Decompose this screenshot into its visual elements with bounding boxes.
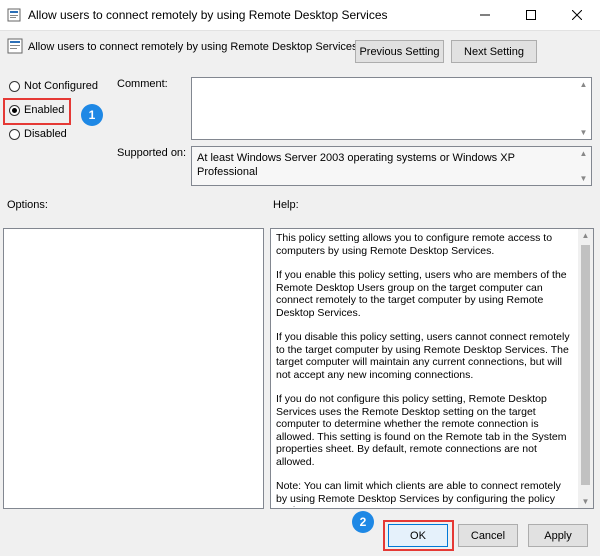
help-paragraph: This policy setting allows you to config… [276, 232, 553, 257]
enabled-highlight-box [3, 98, 71, 125]
help-paragraph: Note: You can limit which clients are ab… [276, 480, 561, 507]
comment-textarea[interactable]: ▲ ▼ [191, 77, 592, 140]
step-badge-2: 2 [352, 511, 374, 533]
maximize-icon [526, 10, 536, 20]
help-scroll-thumb[interactable] [581, 245, 590, 485]
policy-setting-icon [7, 38, 23, 54]
help-text: This policy setting allows you to config… [276, 232, 573, 507]
radio-not-configured-button[interactable] [9, 80, 20, 92]
supported-on-value: At least Windows Server 2003 operating s… [197, 152, 515, 178]
help-paragraph: If you do not configure this policy sett… [276, 393, 567, 468]
scroll-up-icon[interactable]: ▲ [579, 80, 588, 89]
step-badge-1: 1 [81, 104, 103, 126]
options-label: Options: [7, 199, 48, 211]
options-panel [3, 228, 264, 509]
help-scrollbar[interactable]: ▲ ▼ [578, 229, 593, 508]
maximize-button[interactable] [508, 0, 554, 30]
policy-name: Allow users to connect remotely by using… [28, 41, 358, 53]
comment-label: Comment: [117, 78, 168, 90]
scroll-down-icon[interactable]: ▼ [579, 174, 588, 183]
close-button[interactable] [554, 0, 600, 30]
cancel-button[interactable]: Cancel [458, 524, 518, 547]
supported-on-field: At least Windows Server 2003 operating s… [191, 146, 592, 186]
supported-on-label: Supported on: [117, 147, 187, 159]
minimize-icon [480, 14, 490, 16]
supported-scrollbar[interactable]: ▲ ▼ [576, 147, 591, 185]
policy-window-icon [7, 8, 21, 22]
close-icon [572, 10, 582, 20]
radio-disabled-label: Disabled [24, 128, 67, 140]
scroll-down-icon[interactable]: ▼ [579, 128, 588, 137]
scroll-up-icon[interactable]: ▲ [579, 149, 588, 158]
ok-button[interactable]: OK [388, 524, 448, 547]
previous-setting-button[interactable]: Previous Setting [355, 40, 444, 63]
minimize-button[interactable] [462, 0, 508, 30]
next-setting-button[interactable]: Next Setting [451, 40, 537, 63]
help-panel: This policy setting allows you to config… [270, 228, 594, 509]
apply-button[interactable]: Apply [528, 524, 588, 547]
help-paragraph: If you disable this policy setting, user… [276, 331, 570, 381]
help-paragraph: If you enable this policy setting, users… [276, 269, 567, 319]
comment-scrollbar[interactable]: ▲ ▼ [576, 78, 591, 139]
scroll-down-icon[interactable]: ▼ [581, 497, 590, 506]
radio-not-configured-label: Not Configured [24, 80, 98, 92]
radio-disabled[interactable]: Disabled [9, 128, 67, 140]
scroll-up-icon[interactable]: ▲ [581, 231, 590, 240]
radio-disabled-button[interactable] [9, 128, 20, 140]
help-label: Help: [273, 199, 299, 211]
radio-not-configured[interactable]: Not Configured [9, 80, 98, 92]
window-title: Allow users to connect remotely by using… [28, 8, 388, 22]
